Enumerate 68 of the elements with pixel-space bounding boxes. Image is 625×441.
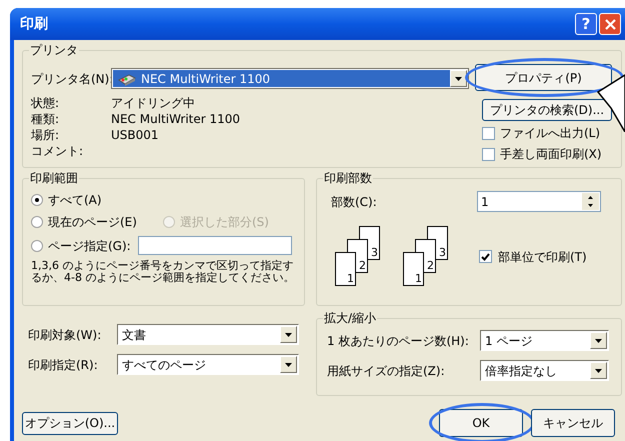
checkbox[interactable] bbox=[479, 250, 492, 263]
dropdown-arrow-button[interactable] bbox=[590, 362, 607, 379]
close-button[interactable] bbox=[599, 13, 621, 35]
group-legend: 拡大/縮小 bbox=[323, 310, 378, 326]
printer-name: NEC MultiWriter 1100 bbox=[141, 70, 270, 88]
caret-icon bbox=[595, 368, 602, 372]
help-button[interactable]: ? bbox=[575, 13, 597, 35]
info-label: 場所: bbox=[31, 127, 60, 143]
radio-label: 選択した部分(S) bbox=[180, 214, 269, 230]
group-legend: 印刷範囲 bbox=[29, 170, 79, 186]
field-label: プリンタ名(N): bbox=[31, 70, 111, 88]
checkbox-label: ファイルへ出力(L) bbox=[500, 125, 600, 141]
radio-label: 現在のページ(E) bbox=[48, 214, 137, 230]
dialog-button[interactable]: キャンセル bbox=[531, 409, 615, 437]
spin-arrows-icon[interactable] bbox=[582, 193, 599, 210]
caret-icon bbox=[285, 362, 292, 366]
caret-icon bbox=[595, 338, 602, 342]
dialog-button[interactable]: オプション(O)... bbox=[22, 412, 118, 434]
checkbox-label: 部単位で印刷(T) bbox=[498, 248, 587, 266]
radio-button[interactable] bbox=[31, 240, 43, 252]
dropdown-field[interactable]: 倍率指定なし bbox=[480, 360, 609, 381]
page-range-field[interactable] bbox=[138, 236, 292, 255]
caret-icon bbox=[285, 332, 292, 336]
info-label: 状態: bbox=[31, 95, 60, 111]
dialog-button[interactable]: OK bbox=[439, 409, 523, 437]
window-title: 印刷 bbox=[20, 14, 49, 34]
checkbox[interactable] bbox=[482, 126, 495, 140]
dropdown-field[interactable]: 文書 bbox=[117, 324, 299, 345]
checkbox-label: 手差し両面印刷(X) bbox=[500, 146, 602, 162]
dropdown-arrow-button[interactable] bbox=[590, 332, 607, 349]
info-value: アイドリング中 bbox=[111, 95, 196, 111]
field-label: 部数(C): bbox=[331, 194, 377, 210]
dropdown-field[interactable]: すべてのページ bbox=[117, 354, 299, 375]
close-icon bbox=[604, 18, 616, 30]
field-label: 1 枚あたりのページ数(H): bbox=[327, 332, 469, 350]
printer-dropdown[interactable]: NEC MultiWriter 1100 bbox=[111, 68, 469, 89]
dropdown-arrow-button[interactable] bbox=[280, 326, 297, 343]
check-icon bbox=[481, 252, 490, 260]
radio-button[interactable] bbox=[31, 216, 43, 228]
dropdown-field[interactable]: 1 ページ bbox=[480, 330, 609, 351]
radio-label: ページ指定(G): bbox=[48, 238, 131, 254]
dialog-button[interactable]: プリンタの検索(D)... bbox=[482, 99, 612, 121]
field-label: 印刷対象(W): bbox=[28, 326, 102, 344]
group-legend: プリンタ bbox=[29, 42, 79, 58]
radio-label: すべて(A) bbox=[48, 192, 102, 208]
checkbox[interactable] bbox=[482, 148, 495, 160]
dropdown-arrow-button[interactable] bbox=[280, 356, 297, 373]
info-label: 種類: bbox=[31, 111, 60, 127]
info-value: USB001 bbox=[111, 127, 160, 143]
caret-icon bbox=[455, 76, 462, 80]
page-number: 3 bbox=[371, 247, 378, 259]
dropdown-arrow-button[interactable] bbox=[450, 70, 467, 87]
page-number: 2 bbox=[427, 260, 434, 272]
info-label: コメント: bbox=[31, 143, 84, 159]
copies-spinner[interactable]: 1 bbox=[477, 191, 601, 212]
page-number: 1 bbox=[347, 273, 354, 285]
radio-button[interactable] bbox=[31, 194, 43, 206]
hint-text: 1,3,6 のようにページ番号をカンマで区切って指定するか、4-8 のようにページ範囲を指定してください。 bbox=[31, 260, 296, 284]
info-value: NEC MultiWriter 1100 bbox=[111, 111, 242, 127]
field-label: 用紙サイズの指定(Z): bbox=[327, 362, 445, 380]
dialog-button[interactable]: プロパティ(P) bbox=[475, 64, 612, 91]
group-legend: 印刷部数 bbox=[323, 170, 373, 186]
page-number: 1 bbox=[415, 273, 422, 285]
page-number: 3 bbox=[439, 247, 446, 259]
field-label: 印刷指定(R): bbox=[28, 356, 99, 374]
printer-icon bbox=[117, 72, 137, 86]
copies-value: 1 bbox=[481, 194, 490, 210]
page-number: 2 bbox=[359, 260, 366, 272]
